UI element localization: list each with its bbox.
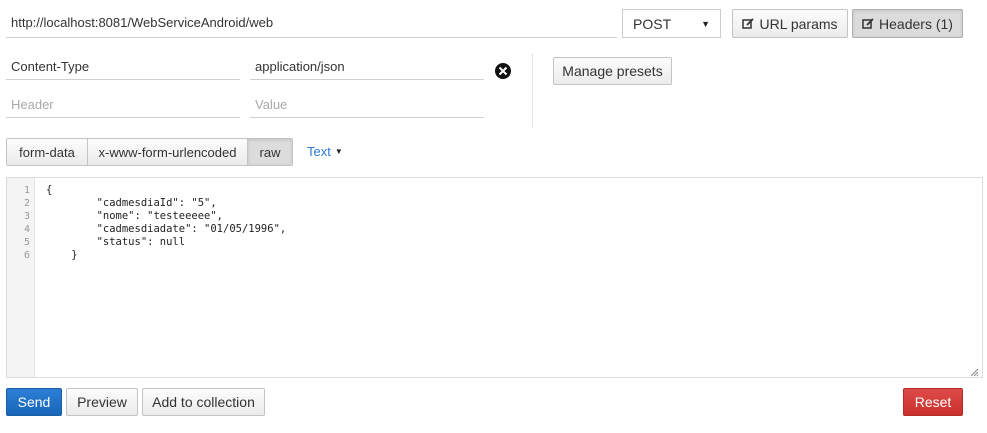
url-input[interactable] bbox=[6, 8, 617, 38]
method-select[interactable]: POST ▼ bbox=[622, 9, 721, 38]
headers-button[interactable]: Headers (1) bbox=[852, 9, 963, 38]
resize-handle-icon[interactable] bbox=[970, 365, 979, 377]
url-params-button[interactable]: URL params bbox=[732, 9, 848, 38]
format-dropdown-label: Text bbox=[307, 144, 331, 159]
format-dropdown[interactable]: Text ▼ bbox=[307, 144, 343, 159]
vertical-divider bbox=[532, 53, 533, 128]
edit-square-icon bbox=[862, 17, 874, 30]
body-mode-tabs: form-data x-www-form-urlencoded raw bbox=[6, 138, 293, 166]
edit-square-icon bbox=[742, 17, 755, 30]
tab-x-www-form-urlencoded[interactable]: x-www-form-urlencoded bbox=[88, 139, 248, 165]
new-header-value-input[interactable] bbox=[250, 92, 484, 118]
method-select-value: POST bbox=[633, 15, 672, 32]
chevron-down-icon: ▼ bbox=[701, 18, 710, 29]
code-content[interactable]: { "cadmesdiaId": "5", "nome": "testeeeee… bbox=[46, 184, 286, 262]
caret-down-icon: ▼ bbox=[334, 147, 343, 156]
add-to-collection-button[interactable]: Add to collection bbox=[142, 388, 265, 416]
tab-raw[interactable]: raw bbox=[248, 139, 292, 165]
close-circle-icon[interactable] bbox=[494, 62, 512, 80]
tab-form-data[interactable]: form-data bbox=[7, 139, 88, 165]
url-params-label: URL params bbox=[759, 15, 838, 32]
line-numbers: 1 2 3 4 5 6 bbox=[7, 178, 35, 377]
headers-label: Headers (1) bbox=[879, 15, 953, 32]
code-editor[interactable]: 1 2 3 4 5 6 { "cadmesdiaId": "5", "nome"… bbox=[6, 177, 983, 378]
preview-button[interactable]: Preview bbox=[66, 388, 138, 416]
manage-presets-button[interactable]: Manage presets bbox=[553, 57, 672, 85]
reset-button[interactable]: Reset bbox=[903, 388, 963, 416]
header-key-input[interactable] bbox=[6, 54, 240, 80]
new-header-key-input[interactable] bbox=[6, 92, 240, 118]
header-value-input[interactable] bbox=[250, 54, 484, 80]
send-button[interactable]: Send bbox=[6, 388, 62, 416]
